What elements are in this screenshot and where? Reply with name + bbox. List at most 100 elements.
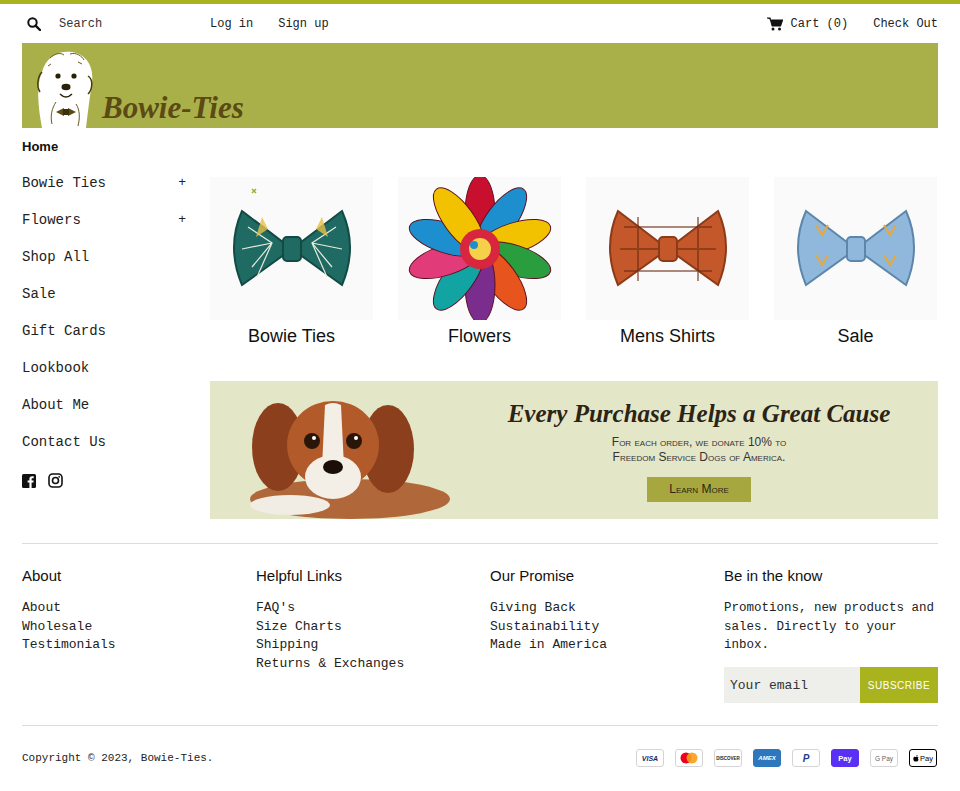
collection-image[interactable] [776, 177, 936, 320]
promo-text: Every Purchase Helps a Great Cause For ea… [460, 399, 938, 502]
checkout-link[interactable]: Check Out [873, 17, 938, 31]
payment-icon: Pay [831, 749, 859, 767]
dog-photo [220, 387, 450, 519]
newsletter: Be in the know Promotions, new products a… [724, 566, 938, 703]
sidebar-item[interactable]: Bowie Ties + [22, 164, 187, 201]
sidebar-item[interactable]: Gift Cards [22, 312, 187, 349]
sidebar-item-label: Sale [22, 286, 56, 302]
sidebar-item[interactable]: Home [22, 138, 187, 156]
footer-heading: Be in the know [724, 566, 938, 586]
sidebar-item[interactable]: Flowers + [22, 201, 187, 238]
payment-methods: VISADISCOVERAMEXPPayG PayPay [636, 749, 937, 767]
collection-card[interactable]: Sale [774, 177, 937, 348]
newsletter-text: Promotions, new products and sales. Dire… [724, 599, 938, 655]
footer-heading: Helpful Links [256, 566, 490, 586]
sidebar-item[interactable]: Shop All [22, 238, 187, 275]
collection-image[interactable] [212, 177, 372, 320]
collection-photo [774, 177, 937, 320]
learn-more-button[interactable]: Learn More [647, 477, 751, 502]
content-columns: Home Bowie Ties + Flowers + Shop All Sale Gift … [22, 128, 938, 519]
collection-grid: Bowie Ties Flowers Mens Shirts Sale [210, 177, 938, 348]
sidebar-item[interactable]: Sale [22, 275, 187, 312]
payment-label: AMEX [758, 755, 775, 761]
search-icon[interactable] [27, 17, 41, 31]
payment-icon [675, 749, 703, 767]
collection-photo [398, 177, 561, 320]
footer-column: Helpful Links FAQ'sSize ChartsShippingRet… [256, 566, 490, 703]
header: Log in Sign up Cart (0) Check Out [22, 4, 938, 43]
footer-link[interactable]: Shipping [256, 636, 490, 655]
collection-image[interactable] [588, 177, 748, 320]
collection-photo [210, 177, 373, 320]
bottom-bar: Copyright © 2023, Bowie-Ties. VISA DISCOVE… [22, 726, 938, 790]
payment-label: G Pay [875, 755, 893, 762]
footer-link[interactable]: Giving Back [490, 599, 724, 618]
collection-label[interactable]: Flowers [398, 324, 561, 348]
sidebar-item-label: Lookbook [22, 360, 89, 376]
subscribe-button[interactable]: SUBSCRIBE [860, 667, 938, 703]
collection-card[interactable]: Bowie Ties [210, 177, 373, 348]
sidebar-item-label: Bowie Ties [22, 175, 106, 191]
footer-link[interactable]: Size Charts [256, 618, 490, 637]
expand-toggle[interactable]: + [178, 212, 186, 227]
divider [22, 725, 938, 726]
payment-icon: DISCOVER [714, 749, 742, 767]
footer-link[interactable]: Returns & Exchanges [256, 655, 490, 674]
newsletter-form: SUBSCRIBE [724, 667, 938, 703]
promo-photo [210, 381, 460, 519]
payment-label: DISCOVER [716, 756, 740, 761]
signup-link[interactable]: Sign up [278, 17, 328, 31]
sidebar-item[interactable]: Contact Us [22, 423, 187, 460]
promo-banner[interactable]: Every Purchase Helps a Great Cause For ea… [210, 381, 938, 519]
collection-card[interactable]: Flowers [398, 177, 561, 348]
payment-icon: P [792, 749, 820, 767]
footer-link[interactable]: Sustainability [490, 618, 724, 637]
store-banner: Bowie-Ties [22, 43, 938, 128]
footer-link[interactable]: Wholesale [22, 618, 256, 637]
sidebar: Home Bowie Ties + Flowers + Shop All Sale Gift … [22, 128, 187, 519]
page: Log in Sign up Cart (0) Check Out Bowie-Ties… [0, 4, 960, 790]
expand-toggle[interactable]: + [178, 175, 186, 190]
cart-link[interactable]: Cart (0) [791, 17, 849, 31]
email-input[interactable] [724, 667, 860, 703]
collection-label[interactable]: Sale [774, 324, 937, 348]
sidebar-item[interactable]: Lookbook [22, 349, 187, 386]
collection-label[interactable]: Bowie Ties [210, 324, 373, 348]
promo-title: Every Purchase Helps a Great Cause [508, 399, 891, 429]
promo-line: For each order, we donate 10% to [612, 435, 786, 450]
footer-column: Our Promise Giving BackSustainabilityMade… [490, 566, 724, 703]
sidebar-item-label: Flowers [22, 212, 81, 228]
search-box[interactable] [22, 17, 210, 31]
footer-link[interactable]: Made in America [490, 636, 724, 655]
payment-icon: AMEX [753, 749, 781, 767]
facebook-icon[interactable] [22, 474, 36, 488]
sidebar-item-label: Shop All [22, 249, 89, 265]
main-content: Bowie Ties Flowers Mens Shirts Sale Every Pu… [210, 128, 938, 519]
footer-link[interactable]: Testimonials [22, 636, 256, 655]
payment-label: P [803, 753, 810, 764]
sidebar-item-label: Gift Cards [22, 323, 106, 339]
copyright: Copyright © 2023, Bowie-Ties. [22, 752, 213, 764]
footer-link[interactable]: About [22, 599, 256, 618]
divider [22, 543, 938, 544]
logo[interactable]: Bowie-Ties [22, 46, 244, 128]
payment-icon: VISA [636, 749, 664, 767]
social-links [22, 473, 187, 488]
cart-icon[interactable] [767, 17, 783, 31]
footer-heading: Our Promise [490, 566, 724, 586]
footer-column: AboutAboutWholesaleTestimonials [22, 566, 256, 703]
footer: AboutAboutWholesaleTestimonialsHelpful L… [22, 544, 938, 725]
footer-link[interactable]: FAQ's [256, 599, 490, 618]
mastercard-icon [679, 752, 699, 764]
sidebar-item[interactable]: About Me [22, 386, 187, 423]
collection-card[interactable]: Mens Shirts [586, 177, 749, 348]
login-link[interactable]: Log in [210, 17, 253, 31]
instagram-icon[interactable] [48, 473, 63, 488]
search-input[interactable] [59, 17, 189, 31]
promo-line: Freedom Service Dogs of America. [613, 450, 786, 465]
dog-logo-icon [30, 46, 96, 128]
collection-label[interactable]: Mens Shirts [586, 324, 749, 348]
logo-text[interactable]: Bowie-Ties [102, 90, 244, 126]
collection-image[interactable] [400, 177, 560, 320]
sidebar-item-label: Contact Us [22, 434, 106, 450]
